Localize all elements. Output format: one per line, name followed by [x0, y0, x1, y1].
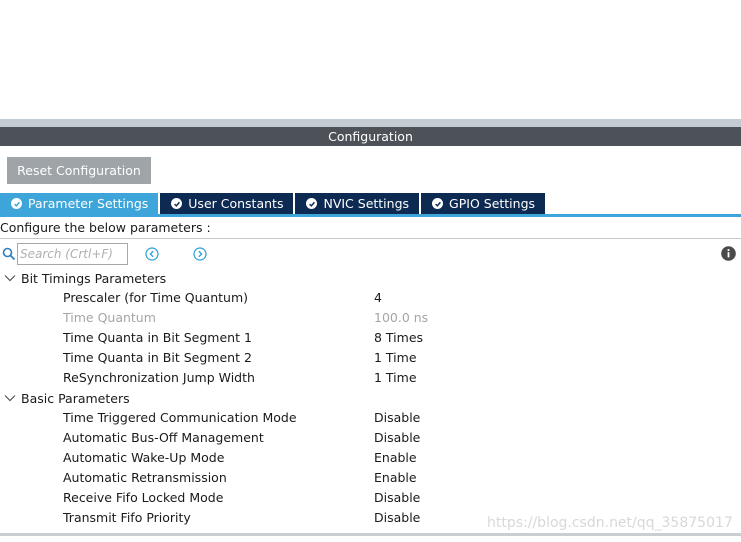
param-value-resync-jump-width[interactable]: 1 Time [374, 368, 417, 388]
param-value-transmit-fifo-priority[interactable]: Disable [374, 508, 420, 528]
param-label-receive-fifo-locked: Receive Fifo Locked Mode [63, 490, 224, 505]
param-label-bit-segment-1: Time Quanta in Bit Segment 1 [63, 330, 252, 345]
tab-label: User Constants [188, 196, 284, 211]
bottom-border [0, 533, 741, 536]
search-icon[interactable] [2, 247, 16, 261]
param-label-time-quantum: Time Quantum [63, 310, 156, 325]
tab-label: GPIO Settings [449, 196, 536, 211]
param-value-retransmission[interactable]: Enable [374, 468, 417, 488]
chevron-down-icon [4, 275, 16, 282]
param-value-prescaler[interactable]: 4 [374, 288, 382, 308]
param-label-bit-segment-2: Time Quanta in Bit Segment 2 [63, 350, 252, 365]
configuration-header: Configuration [0, 127, 741, 146]
param-label-resync-jump-width: ReSynchronization Jump Width [63, 370, 255, 385]
param-label-wake-up-mode: Automatic Wake-Up Mode [63, 450, 225, 465]
group-basic-parameters[interactable]: Basic Parameters [0, 388, 130, 408]
subtitle-divider [0, 238, 741, 239]
configure-subtitle: Configure the below parameters : [0, 220, 211, 235]
param-label-retransmission: Automatic Retransmission [63, 470, 227, 485]
tab-label: NVIC Settings [323, 196, 410, 211]
param-label-bus-off-management: Automatic Bus-Off Management [63, 430, 264, 445]
param-value-bit-segment-2[interactable]: 1 Time [374, 348, 417, 368]
group-title: Basic Parameters [21, 390, 130, 406]
check-circle-icon [171, 198, 183, 209]
param-value-bit-segment-1[interactable]: 8 Times [374, 328, 423, 348]
tab-user-constants[interactable]: User Constants [160, 193, 294, 214]
check-circle-icon [306, 198, 318, 209]
chevron-down-icon [4, 395, 16, 402]
param-value-wake-up-mode[interactable]: Enable [374, 448, 417, 468]
group-title: Bit Timings Parameters [21, 270, 167, 286]
info-icon[interactable] [721, 246, 736, 261]
check-circle-icon [11, 198, 22, 209]
param-value-time-quantum: 100.0 ns [374, 310, 429, 325]
search-input[interactable] [17, 243, 128, 265]
param-label-transmit-fifo-priority: Transmit Fifo Priority [63, 510, 191, 525]
tab-nvic-settings[interactable]: NVIC Settings [295, 193, 420, 214]
tab-gpio-settings[interactable]: GPIO Settings [421, 193, 546, 214]
param-value-bus-off-management[interactable]: Disable [374, 428, 420, 448]
settings-tab-bar: Parameter Settings User Constants NVIC S… [0, 193, 547, 214]
param-label-time-triggered-mode: Time Triggered Communication Mode [63, 410, 297, 425]
tab-label: Parameter Settings [28, 196, 149, 211]
tab-underline [0, 214, 741, 217]
tab-parameter-settings[interactable]: Parameter Settings [0, 193, 159, 214]
param-value-receive-fifo-locked[interactable]: Disable [374, 488, 420, 508]
watermark-text: https://blog.csdn.net/qq_35875017 [487, 515, 733, 531]
param-value-time-triggered-mode[interactable]: Disable [374, 408, 420, 428]
param-label-prescaler: Prescaler (for Time Quantum) [63, 290, 249, 305]
group-bit-timings-parameters[interactable]: Bit Timings Parameters [0, 268, 166, 288]
reset-configuration-button[interactable]: Reset Configuration [7, 157, 151, 184]
chevron-left-circle-icon[interactable] [145, 247, 159, 261]
check-circle-icon [432, 198, 444, 209]
top-divider-bar [0, 119, 741, 127]
chevron-right-circle-icon[interactable] [193, 247, 207, 261]
